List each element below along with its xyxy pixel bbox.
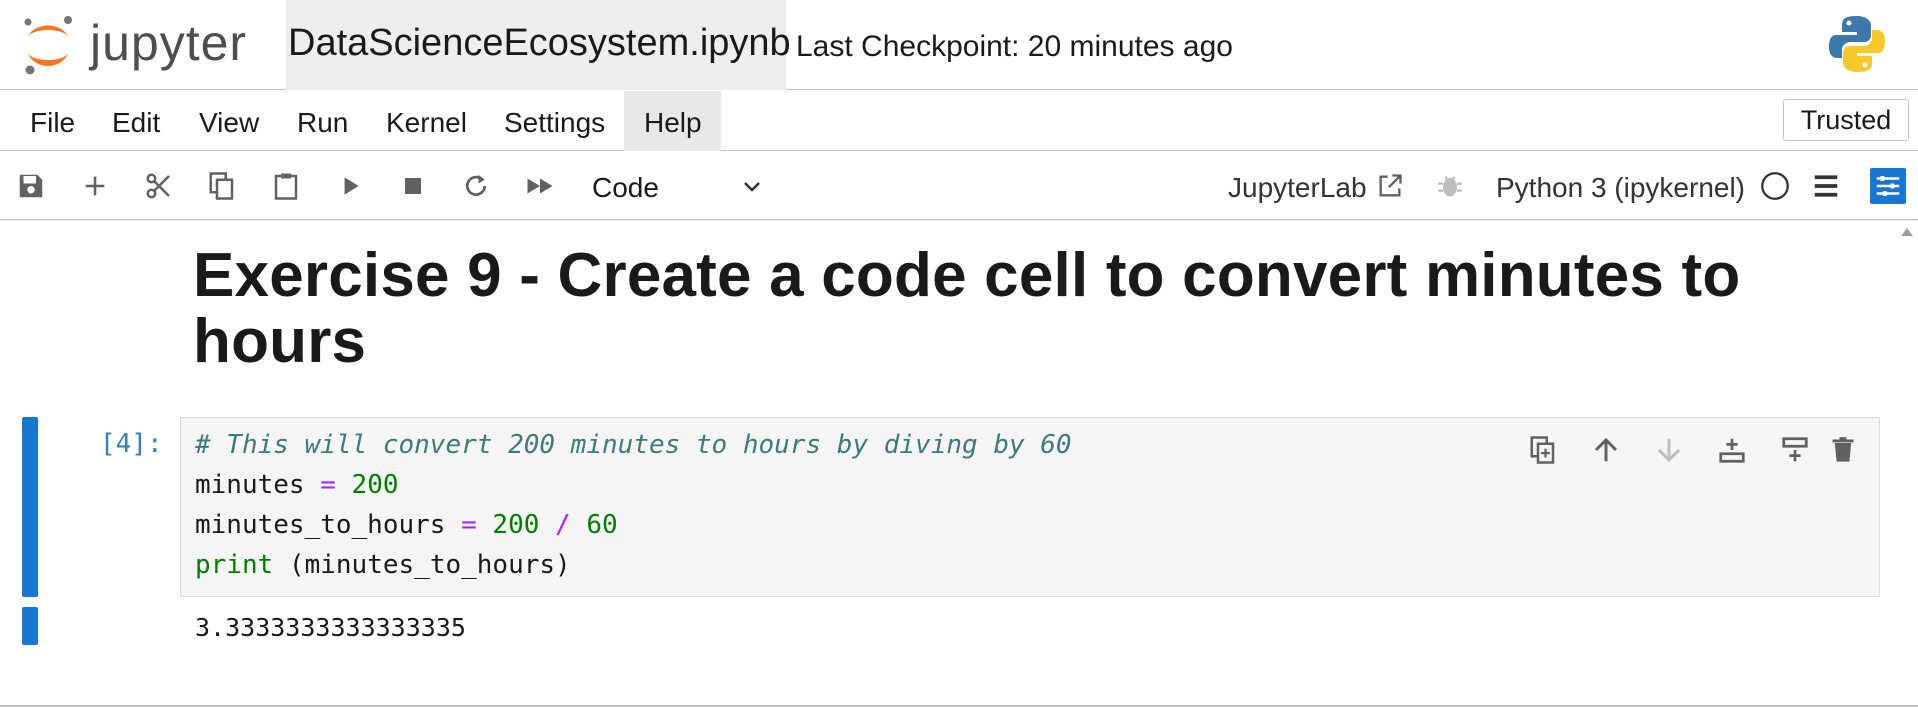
markdown-heading: Exercise 9 - Create a code cell to conve… <box>193 241 1741 376</box>
fast-forward-icon[interactable] <box>522 168 558 204</box>
run-icon[interactable] <box>332 168 368 204</box>
property-inspector-icon[interactable] <box>1870 168 1906 204</box>
jupyter-logo[interactable]: jupyter <box>22 10 262 80</box>
menu-kernel[interactable]: Kernel <box>366 91 487 151</box>
code-var: minutes <box>195 470 305 500</box>
insert-above-icon[interactable] <box>1712 430 1752 470</box>
code-line-2: minutes = 200 <box>195 470 399 500</box>
code-editor[interactable]: # This will convert 200 minutes to hours… <box>180 417 1880 597</box>
code-number: 200 <box>351 470 399 500</box>
cell-prompt: [4]: <box>100 429 163 459</box>
jupyter-logo-icon <box>24 16 72 75</box>
code-operator: = <box>461 510 477 540</box>
python-logo-icon <box>1828 14 1886 74</box>
code-operator: = <box>320 470 336 500</box>
menu-run[interactable]: Run <box>277 91 368 151</box>
paste-icon[interactable] <box>268 168 304 204</box>
move-up-icon[interactable] <box>1586 430 1626 470</box>
cell-type-select[interactable]: Code <box>578 164 768 208</box>
code-var: minutes_to_hours <box>195 510 446 540</box>
last-checkpoint: Last Checkpoint: 20 minutes ago <box>796 30 1233 63</box>
open-jupyterlab-link[interactable]: JupyterLab <box>1228 172 1367 204</box>
code-args: (minutes_to_hours) <box>273 550 571 580</box>
code-number: 60 <box>586 510 618 540</box>
cut-icon[interactable] <box>141 168 177 204</box>
menu-settings[interactable]: Settings <box>484 91 625 151</box>
copy-icon[interactable] <box>204 168 240 204</box>
menu-file[interactable]: File <box>10 91 95 151</box>
cell-toolbar <box>1523 430 1863 470</box>
top-header: jupyter DataScienceEcosystem.ipynb Last … <box>0 0 1918 90</box>
output-cell-bar[interactable] <box>22 607 38 645</box>
add-cell-icon[interactable] <box>77 168 113 204</box>
code-line-1: # This will convert 200 minutes to hours… <box>195 430 1072 460</box>
move-down-icon[interactable] <box>1649 430 1689 470</box>
notebook-title[interactable]: DataScienceEcosystem.ipynb <box>288 22 791 65</box>
trusted-button[interactable]: Trusted <box>1783 99 1909 141</box>
code-builtin: print <box>195 550 274 580</box>
insert-below-icon[interactable] <box>1775 430 1815 470</box>
menu-view[interactable]: View <box>179 91 279 151</box>
restart-icon[interactable] <box>458 168 494 204</box>
debugger-icon[interactable] <box>1432 168 1468 204</box>
code-number: 200 <box>492 510 540 540</box>
notebook-toolbar: Code JupyterLab Python 3 (ipykernel) <box>0 152 1918 220</box>
cell-output: 3.3333333333333335 <box>195 613 466 642</box>
kernel-status-icon <box>1757 168 1793 204</box>
code-operator: / <box>555 510 571 540</box>
code-line-4: print (minutes_to_hours) <box>195 550 571 580</box>
delete-cell-icon[interactable] <box>1823 430 1863 470</box>
menu-edit[interactable]: Edit <box>92 91 180 151</box>
scroll-up-arrow-icon[interactable] <box>1900 225 1914 243</box>
chevron-down-icon <box>744 182 760 192</box>
active-cell-bar[interactable] <box>22 417 38 597</box>
code-comment: # This will convert 200 minutes to hours… <box>195 430 1072 460</box>
cell-type-value: Code <box>592 172 659 203</box>
stop-icon[interactable] <box>395 168 431 204</box>
save-icon[interactable] <box>13 168 49 204</box>
menu-help[interactable]: Help <box>624 91 721 151</box>
code-line-3: minutes_to_hours = 200 / 60 <box>195 510 618 540</box>
kernel-name[interactable]: Python 3 (ipykernel) <box>1496 172 1745 204</box>
notebook-panel[interactable]: Exercise 9 - Create a code cell to conve… <box>0 221 1918 707</box>
external-link-icon[interactable] <box>1372 168 1408 204</box>
jupyter-logo-text: jupyter <box>90 15 248 71</box>
menu-bar: File Edit View Run Kernel Settings Help … <box>0 91 1918 151</box>
menu-lines-icon[interactable] <box>1808 168 1844 204</box>
duplicate-cell-icon[interactable] <box>1523 430 1563 470</box>
